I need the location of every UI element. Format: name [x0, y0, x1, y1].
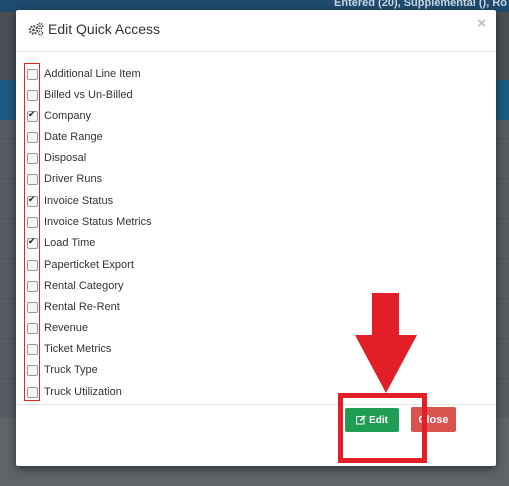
list-item[interactable]: Invoice Status Metrics	[24, 214, 152, 230]
cogs-icon	[28, 22, 44, 36]
modal-title-text: Edit Quick Access	[48, 21, 161, 37]
checkbox-column-highlight	[24, 63, 40, 401]
list-item[interactable]: Additional Line Item	[24, 66, 141, 82]
list-item[interactable]: Billed vs Un-Billed	[24, 87, 133, 103]
list-item[interactable]: Paperticket Export	[24, 257, 134, 273]
down-arrow-icon	[355, 293, 417, 393]
close-icon[interactable]: ×	[477, 15, 486, 32]
modal-header: Edit Quick Access ×	[16, 10, 496, 52]
modal-title: Edit Quick Access	[28, 21, 160, 37]
edit-button-highlight	[338, 393, 427, 463]
background-status-text: Entered (20), Supplemental (), Ro	[334, 0, 507, 9]
